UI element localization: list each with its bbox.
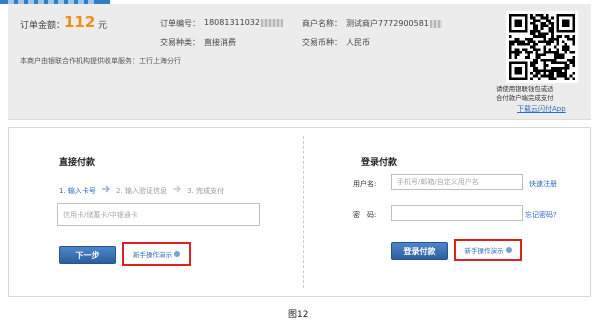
order-no-value: 18081311032 xyxy=(204,18,283,27)
password-input[interactable] xyxy=(391,205,523,221)
play-icon xyxy=(174,251,180,257)
merchant-label: 商户名称： xyxy=(302,19,342,28)
amount-value: 112 xyxy=(64,13,96,31)
payment-panel: 直接付款 1. 输入卡号 2. 输入验证信息 3. 完成支付 信用卡/储蓄卡/中… xyxy=(8,127,591,297)
order-info-panel: 订单金额： 112 元 订单编号： 18081311032 商户名称： 测试商户… xyxy=(8,4,591,120)
play-icon xyxy=(505,247,512,253)
order-no-label: 订单编号： xyxy=(160,19,200,28)
trade-type-value: 直接消费 xyxy=(204,38,236,47)
step-arrow-icon xyxy=(173,184,182,193)
card-number-placeholder: 信用卡/储蓄卡/中银通卡 xyxy=(63,210,138,219)
direct-demo-link[interactable]: 新手操作演示 xyxy=(122,242,191,266)
section-divider xyxy=(303,136,304,288)
step-3: 3. 完成支付 xyxy=(187,187,225,195)
username-label: 用户名: xyxy=(353,180,377,188)
amount-unit: 元 xyxy=(98,21,108,31)
currency-value: 人民币 xyxy=(346,38,370,47)
acquirer-notice: 本商户由银联合作机构提供收单服务：工行上海分行 xyxy=(20,57,181,65)
card-number-input[interactable]: 信用卡/储蓄卡/中银通卡 xyxy=(57,203,260,226)
figure-caption: 图12 xyxy=(288,310,309,320)
step-arrow-icon xyxy=(102,184,111,193)
currency-label: 交易币种： xyxy=(302,38,342,47)
qr-instruction-line1: 请使用银联钱包或适 xyxy=(496,85,554,93)
step-1: 1. 输入卡号 xyxy=(59,187,96,195)
direct-demo-label: 新手操作演示 xyxy=(133,251,172,259)
qr-instruction-line2: 合付款户端完成支付 xyxy=(496,94,554,102)
login-pay-button[interactable]: 登录付款 xyxy=(391,242,448,260)
download-app-link[interactable]: 下载云闪付App xyxy=(517,104,566,114)
login-demo-link[interactable]: 新手操作演示 xyxy=(454,239,522,261)
step-2: 2. 输入验证信息 xyxy=(116,187,167,195)
next-step-button[interactable]: 下一步 xyxy=(59,246,116,264)
amount-label: 订单金额： xyxy=(20,21,66,31)
login-pay-title: 登录付款 xyxy=(361,158,398,168)
direct-pay-title: 直接付款 xyxy=(59,158,96,168)
forgot-password-link[interactable]: 忘记密码? xyxy=(525,210,557,220)
username-input[interactable]: 手机号/邮箱/自定义用户名 xyxy=(391,174,523,190)
password-label: 密 码: xyxy=(353,211,377,219)
step-indicator: 1. 输入卡号 2. 输入验证信息 3. 完成支付 xyxy=(59,178,224,197)
quick-register-link[interactable]: 快速注册 xyxy=(529,179,557,189)
payment-qr-code xyxy=(506,11,578,83)
trade-type-label: 交易种类： xyxy=(160,38,200,47)
merchant-value: 测试商户7772900581 xyxy=(346,18,442,29)
login-demo-label: 新手操作演示 xyxy=(464,247,504,255)
username-placeholder: 手机号/邮箱/自定义用户名 xyxy=(397,178,479,186)
